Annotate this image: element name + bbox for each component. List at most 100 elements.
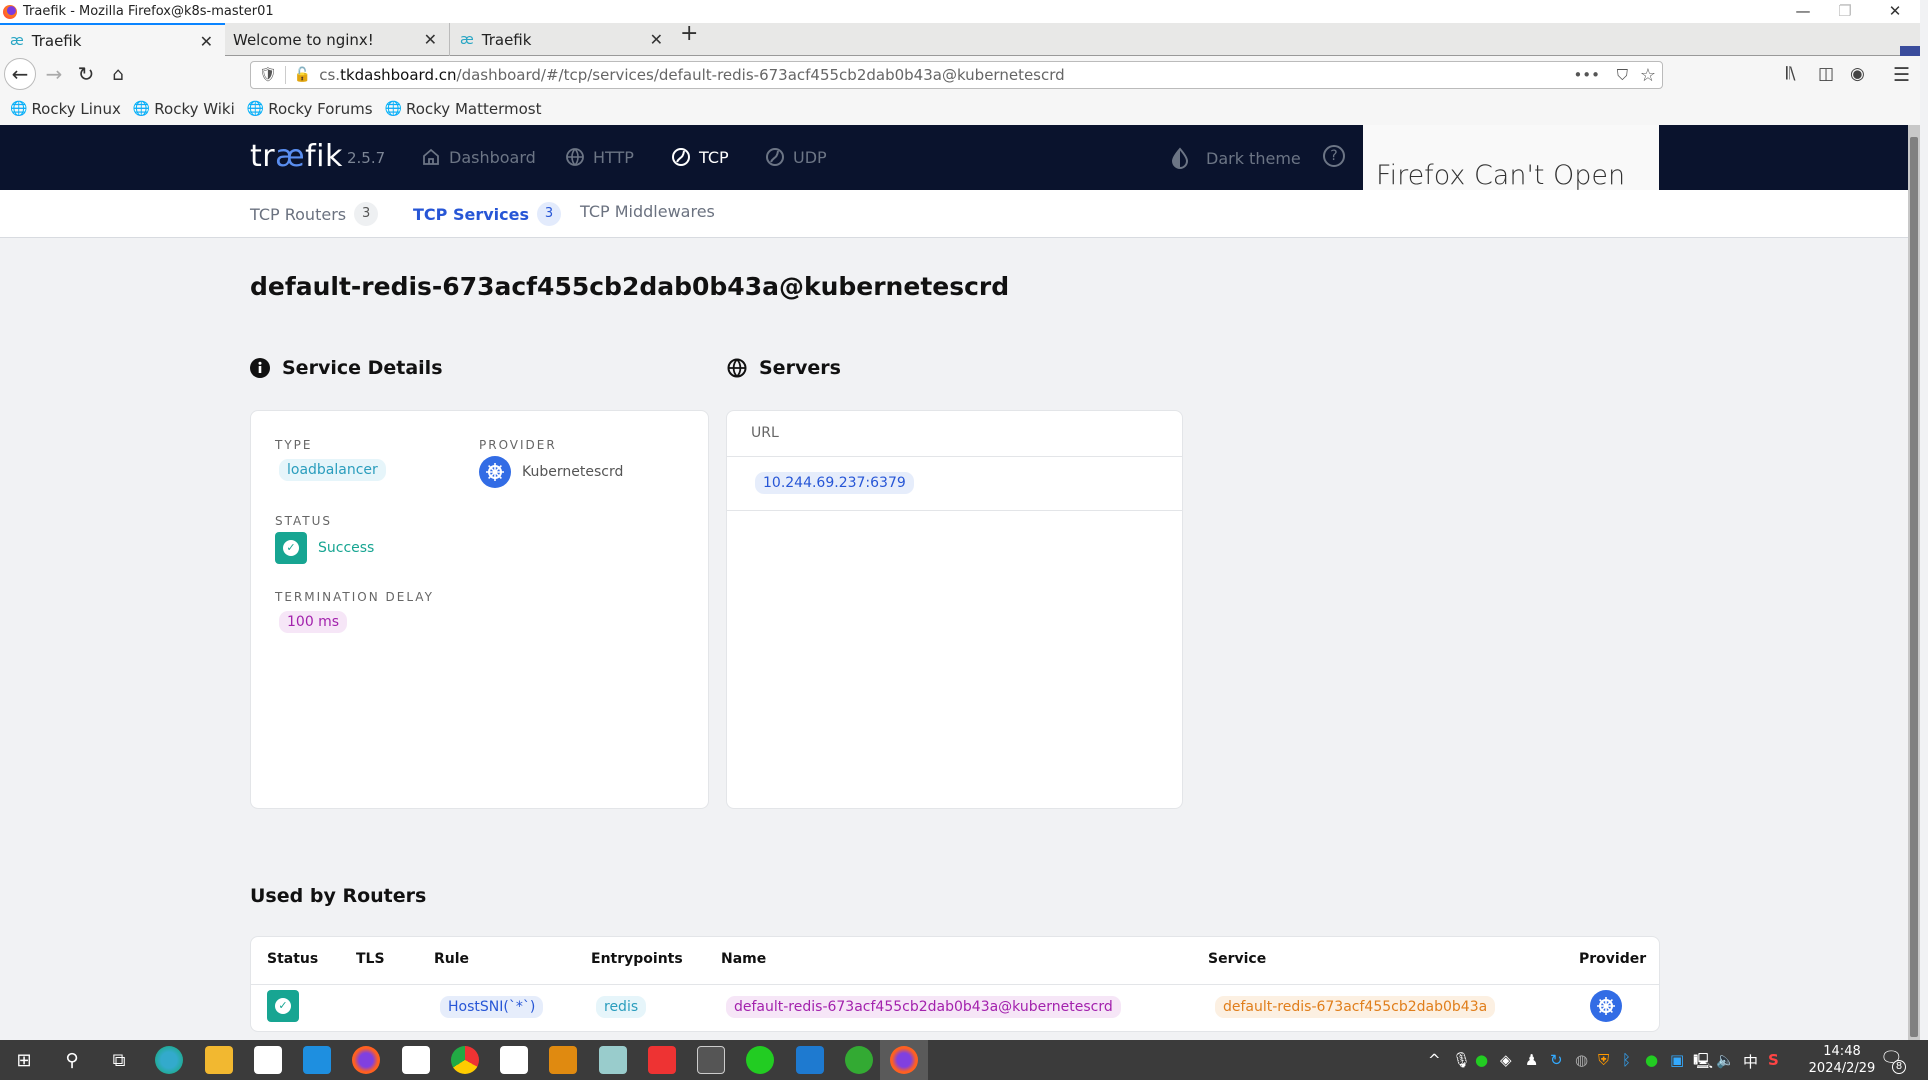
tray-expand-icon[interactable]: ^	[1428, 1051, 1441, 1069]
ime-indicator[interactable]: 中	[1743, 1051, 1758, 1072]
sogou-icon[interactable]: S	[1768, 1051, 1779, 1069]
bookmark-rocky-linux[interactable]: 🌐 Rocky Linux	[10, 100, 121, 118]
status-text: Success	[318, 540, 375, 556]
app-red-icon[interactable]	[648, 1046, 676, 1074]
volume-icon[interactable]: 🔈	[1716, 1051, 1735, 1069]
start-icon[interactable]: ⊞	[10, 1046, 38, 1074]
url-path: /dashboard/#/tcp/services/default-redis-…	[456, 66, 1065, 84]
column-header-rule: Rule	[434, 951, 470, 967]
page-actions-icon[interactable]: •••	[1573, 66, 1600, 84]
firefox-active-icon[interactable]	[890, 1046, 918, 1074]
drop-icon	[1171, 147, 1189, 169]
used-by-routers-heading: Used by Routers	[250, 885, 427, 907]
edge-icon[interactable]	[155, 1046, 183, 1074]
chrome-icon[interactable]	[451, 1046, 479, 1074]
maximize-button[interactable]: ❐	[1825, 0, 1865, 23]
nav-http[interactable]: HTTP	[565, 147, 634, 167]
subnav-tcp-routers[interactable]: TCP Routers 3	[250, 202, 379, 226]
subnav-tcp-services[interactable]: TCP Services 3	[413, 202, 561, 226]
window-title-bar: Traefik - Mozilla Firefox@k8s-master01 —…	[0, 0, 1920, 23]
bookmark-rocky-wiki[interactable]: 🌐 Rocky Wiki	[133, 100, 235, 118]
bookmark-label: Rocky Mattermost	[405, 99, 542, 118]
home-icon	[423, 148, 439, 165]
url-bar[interactable]: 🛡 🔓 cs. tkdashboard.cn/dashboard/#/tcp/se…	[250, 61, 1663, 89]
bookmark-rocky-forums[interactable]: 🌐 Rocky Forums	[247, 100, 373, 118]
terminal-icon[interactable]	[697, 1046, 725, 1074]
network-icon[interactable]: 🖳	[1693, 1051, 1713, 1076]
reload-button[interactable]: ↻	[70, 58, 102, 90]
server-url[interactable]: 10.244.69.237:6379	[755, 472, 914, 494]
task-view-icon[interactable]: ⧉	[105, 1046, 133, 1074]
column-header-service: Service	[1208, 951, 1267, 967]
wechat-tray-icon[interactable]: ●	[1475, 1051, 1488, 1069]
bookmark-rocky-mattermost[interactable]: 🌐 Rocky Mattermost	[385, 100, 542, 118]
sync-icon[interactable]: ↻	[1550, 1051, 1563, 1069]
security-shield-icon[interactable]: ⛨	[1598, 1051, 1609, 1069]
tab-traefik[interactable]: æ Traefik ✕	[450, 23, 675, 56]
chatgpt-icon[interactable]	[402, 1046, 430, 1074]
app-green-icon[interactable]	[845, 1046, 873, 1074]
close-tab-icon[interactable]: ✕	[200, 32, 213, 51]
logo-ae: æ	[275, 139, 306, 174]
qq-icon[interactable]: ♟	[1525, 1051, 1538, 1069]
column-header-name: Name	[721, 951, 767, 967]
forward-button[interactable]: →	[38, 58, 70, 90]
menu-icon[interactable]: ☰	[1893, 64, 1910, 86]
scrollbar-thumb[interactable]	[1910, 137, 1918, 1037]
notepad-icon[interactable]	[599, 1046, 627, 1074]
url-column-header: URL	[751, 425, 779, 441]
pocket-icon[interactable]: ⛉	[1617, 66, 1628, 84]
search-icon[interactable]: ⚲	[58, 1046, 86, 1074]
close-tab-icon[interactable]: ✕	[650, 30, 663, 49]
globe-icon: 🌐	[10, 100, 28, 117]
servers-heading: Servers	[727, 357, 841, 379]
bookmark-star-icon[interactable]: ☆	[1640, 65, 1656, 86]
subnav-tcp-middlewares[interactable]: TCP Middlewares	[580, 202, 715, 221]
minimize-button[interactable]: —	[1783, 0, 1823, 23]
network-globe-icon[interactable]: ◍	[1575, 1051, 1588, 1069]
store-icon[interactable]	[254, 1046, 282, 1074]
tab-label: Traefik	[481, 30, 532, 49]
dark-theme-toggle[interactable]: Dark theme	[1170, 147, 1301, 169]
tab-traefik-active[interactable]: æ Traefik ✕	[0, 23, 225, 57]
firefox-icon	[3, 4, 17, 19]
tab-label: Traefik	[31, 32, 82, 50]
tab-nginx[interactable]: Welcome to nginx! ✕	[225, 23, 450, 56]
nav-tcp[interactable]: TCP	[671, 147, 729, 167]
help-icon[interactable]: ?	[1323, 145, 1345, 167]
traefik-logo[interactable]: træfik	[250, 139, 343, 174]
vmware-icon[interactable]	[549, 1046, 577, 1074]
home-button[interactable]: ⌂	[102, 58, 134, 90]
mail-icon[interactable]	[303, 1046, 331, 1074]
clock[interactable]: 14:48 2024/2/29	[1800, 1043, 1884, 1077]
subnav-label: TCP Services	[413, 204, 529, 224]
nav-label: TCP	[699, 147, 729, 167]
file-explorer-icon[interactable]	[205, 1046, 233, 1074]
nav-udp[interactable]: UDP	[765, 147, 827, 167]
insecure-lock-icon[interactable]: 🔓	[294, 67, 311, 83]
shield-icon[interactable]: 🛡	[259, 67, 277, 83]
vertical-scrollbar[interactable]	[1908, 125, 1920, 1040]
vscode-icon[interactable]	[796, 1046, 824, 1074]
notification-count: 8	[1892, 1060, 1906, 1074]
close-window-button[interactable]: ✕	[1875, 0, 1915, 23]
sidebar-icon[interactable]: ◫	[1818, 64, 1834, 84]
microphone-icon[interactable]: 🎙	[1452, 1051, 1471, 1069]
sub-navigation: TCP Routers 3 TCP Services 3 TCP Middlew…	[0, 190, 1908, 238]
app-tray-icon[interactable]: ▣	[1670, 1051, 1684, 1069]
back-button[interactable]: ←	[4, 58, 36, 90]
baidu-netdisk-icon[interactable]	[500, 1046, 528, 1074]
nav-dashboard[interactable]: Dashboard	[421, 147, 536, 167]
firefox-taskbar-icon[interactable]	[352, 1046, 380, 1074]
library-icon[interactable]: 𝄃\	[1786, 64, 1796, 84]
wechat-tray-icon-2[interactable]: ●	[1645, 1051, 1658, 1069]
netdisk-tray-icon[interactable]: ◈	[1500, 1051, 1512, 1069]
new-tab-button[interactable]: +	[680, 21, 698, 46]
wechat-icon[interactable]	[746, 1046, 774, 1074]
account-icon[interactable]: ◉	[1850, 64, 1865, 84]
column-header-status: Status	[267, 951, 319, 967]
firefox-cant-open-overlay: Firefox Can't Open	[1363, 125, 1659, 190]
bluetooth-icon[interactable]: ᛒ	[1622, 1051, 1631, 1069]
close-tab-icon[interactable]: ✕	[424, 30, 437, 49]
column-header-entrypoints: Entrypoints	[591, 951, 683, 967]
